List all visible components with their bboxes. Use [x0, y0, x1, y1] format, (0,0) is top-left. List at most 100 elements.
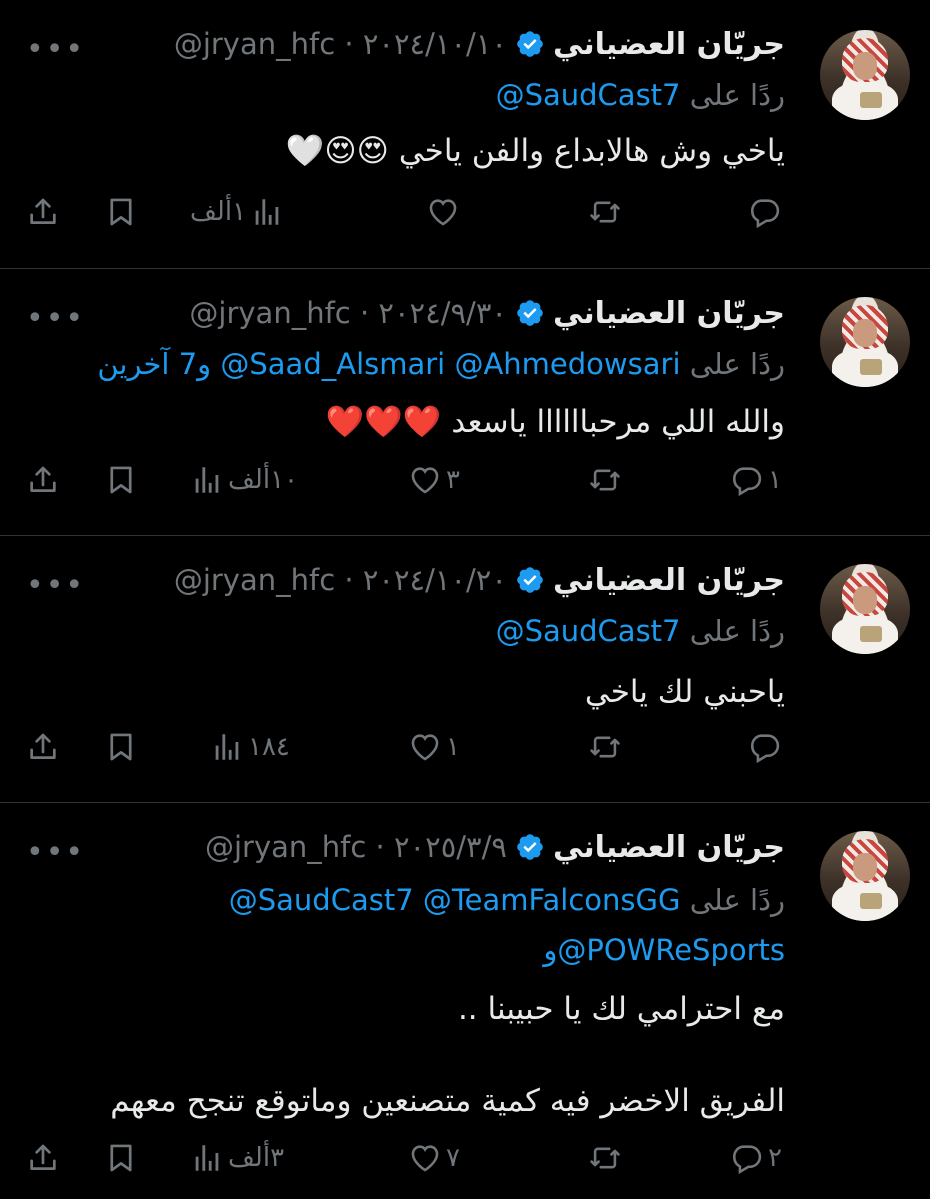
- reply-icon: [730, 463, 764, 497]
- bookmark-button[interactable]: [104, 463, 138, 497]
- tweet-text: ياحبني لك ياخي: [584, 674, 785, 710]
- reply-button[interactable]: ٢: [730, 1141, 782, 1175]
- others-link[interactable]: و7 آخرين: [97, 347, 211, 381]
- handle-date: @jryan_hfc · ٢٠٢٤/١٠/٢٠: [173, 563, 507, 597]
- share-icon: [26, 1141, 60, 1175]
- share-button[interactable]: [26, 1141, 60, 1175]
- share-button[interactable]: [26, 463, 60, 497]
- views-button[interactable]: ١ألف: [190, 195, 284, 229]
- like-button[interactable]: ٣: [408, 463, 460, 497]
- bookmark-icon: [104, 1141, 138, 1175]
- like-button[interactable]: [422, 195, 460, 229]
- more-icon[interactable]: •••: [26, 571, 85, 601]
- reply-button[interactable]: [748, 730, 782, 764]
- mention-link[interactable]: و@POWReSports: [543, 933, 785, 967]
- like-button[interactable]: ٧: [408, 1141, 460, 1175]
- tweet-card[interactable]: جريّان العضياني @jryan_hfc · ٢٠٢٤/١٠/٢٠ …: [0, 536, 930, 802]
- reply-context: ردًا على @SaudCast7: [496, 614, 785, 648]
- tweet-header: جريّان العضياني @jryan_hfc · ٢٠٢٤/٩/٣٠: [189, 293, 785, 333]
- views-button[interactable]: ٣ألف: [190, 1141, 284, 1175]
- bookmark-button[interactable]: [104, 1141, 138, 1175]
- reply-count: ٢: [768, 1143, 782, 1173]
- verified-badge-icon: [515, 565, 545, 595]
- retweet-button[interactable]: [588, 730, 622, 764]
- tweet-text-line2: الفريق الاخضر فيه كمية متصنعين وماتوقع ت…: [110, 1083, 785, 1119]
- reply-label: ردًا على: [689, 78, 785, 112]
- bookmark-button[interactable]: [104, 195, 138, 229]
- reply-button[interactable]: ١: [730, 463, 782, 497]
- tweet-header: جريّان العضياني @jryan_hfc · ٢٠٢٥/٣/٩: [205, 827, 785, 867]
- like-icon: [408, 1141, 442, 1175]
- reply-label: ردًا على: [689, 614, 785, 648]
- reply-count: ١: [768, 465, 782, 495]
- author-name[interactable]: جريّان العضياني: [553, 563, 785, 598]
- reply-icon: [730, 1141, 764, 1175]
- share-button[interactable]: [26, 195, 60, 229]
- tweet-text: ياخي وش هالابداع والفن ياخي 😍😍🤍: [285, 133, 785, 169]
- verified-badge-icon: [515, 298, 545, 328]
- reply-context: ردًا على @SaudCast7: [496, 78, 785, 112]
- retweet-button[interactable]: [588, 463, 622, 497]
- tweet-text: مع احترامي لك يا حبيبنا ..: [457, 991, 785, 1027]
- avatar[interactable]: [820, 831, 910, 921]
- like-count: ٣: [446, 465, 460, 495]
- reply-context: ردًا على @Saad_Alsmari @Ahmedowsari و7 آ…: [97, 347, 785, 381]
- action-bar: ١ألف: [0, 195, 930, 239]
- like-count: ١: [446, 732, 460, 762]
- tweet-card[interactable]: جريّان العضياني @jryan_hfc · ٢٠٢٤/٩/٣٠ •…: [0, 269, 930, 535]
- views-icon: [190, 463, 224, 497]
- avatar[interactable]: [820, 297, 910, 387]
- more-icon[interactable]: •••: [26, 304, 85, 334]
- mention-link[interactable]: @SaudCast7 @TeamFalconsGG: [229, 883, 681, 917]
- retweet-icon: [588, 195, 622, 229]
- views-button[interactable]: ١٠ألف: [190, 463, 298, 497]
- share-icon: [26, 195, 60, 229]
- reply-icon: [748, 195, 782, 229]
- views-icon: [190, 1141, 224, 1175]
- bookmark-button[interactable]: [104, 730, 138, 764]
- views-count: ١ألف: [190, 197, 247, 227]
- share-button[interactable]: [26, 730, 60, 764]
- like-icon: [426, 195, 460, 229]
- avatar[interactable]: [820, 564, 910, 654]
- views-button[interactable]: ١٨٤: [210, 730, 290, 764]
- like-count: ٧: [446, 1143, 460, 1173]
- more-icon[interactable]: •••: [26, 838, 85, 868]
- tweet-card[interactable]: جريّان العضياني @jryan_hfc · ٢٠٢٥/٣/٩ ••…: [0, 803, 930, 1199]
- views-count: ٣ألف: [228, 1143, 285, 1173]
- like-button[interactable]: ١: [408, 730, 460, 764]
- reply-label: ردًا على: [689, 347, 785, 381]
- author-name[interactable]: جريّان العضياني: [553, 27, 785, 62]
- retweet-button[interactable]: [588, 195, 622, 229]
- handle-date: @jryan_hfc · ٢٠٢٥/٣/٩: [204, 830, 507, 864]
- like-icon: [408, 730, 442, 764]
- share-icon: [26, 463, 60, 497]
- handle-date: @jryan_hfc · ٢٠٢٤/٩/٣٠: [189, 296, 507, 330]
- views-count: ١٨٤: [248, 732, 290, 762]
- action-bar: ١ ٣ ١٠ألف: [0, 463, 930, 507]
- reply-context: ردًا على @SaudCast7 @TeamFalconsGG: [229, 883, 785, 917]
- reply-icon: [748, 730, 782, 764]
- reply-context-line2: و@POWReSports: [543, 933, 785, 967]
- mention-link[interactable]: @Saad_Alsmari @Ahmedowsari: [220, 347, 680, 381]
- retweet-button[interactable]: [588, 1141, 622, 1175]
- avatar[interactable]: [820, 30, 910, 120]
- tweet-header: جريّان العضياني @jryan_hfc · ٢٠٢٤/١٠/٢٠: [174, 560, 785, 600]
- author-name[interactable]: جريّان العضياني: [553, 296, 785, 331]
- bookmark-icon: [104, 730, 138, 764]
- verified-badge-icon: [515, 29, 545, 59]
- action-bar: ٢ ٧ ٣ألف: [0, 1141, 930, 1185]
- retweet-icon: [588, 463, 622, 497]
- more-icon[interactable]: •••: [26, 35, 85, 65]
- retweet-icon: [588, 1141, 622, 1175]
- bookmark-icon: [104, 463, 138, 497]
- author-name[interactable]: جريّان العضياني: [553, 830, 785, 865]
- like-icon: [408, 463, 442, 497]
- mention-link[interactable]: @SaudCast7: [496, 614, 681, 648]
- views-icon: [210, 730, 244, 764]
- tweet-card[interactable]: جريّان العضياني @jryan_hfc · ٢٠٢٤/١٠/١٠ …: [0, 0, 930, 268]
- bookmark-icon: [104, 195, 138, 229]
- reply-button[interactable]: [744, 195, 782, 229]
- mention-link[interactable]: @SaudCast7: [496, 78, 681, 112]
- share-icon: [26, 730, 60, 764]
